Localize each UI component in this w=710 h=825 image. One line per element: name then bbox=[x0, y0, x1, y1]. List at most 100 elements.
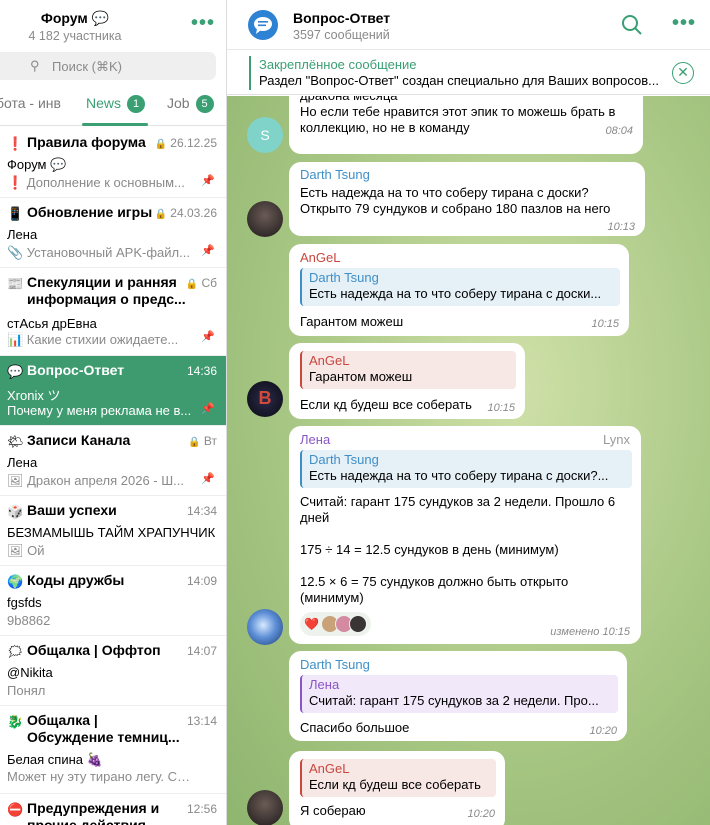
chat-item-rules[interactable]: ❗ Правила форума 🔒 26.12.25 Форум 💬 ❗ До… bbox=[0, 128, 226, 198]
chat-item-warnings[interactable]: ⛔ Предупреждения и прочие действия... 12… bbox=[0, 794, 226, 825]
pin-icon: 📌 bbox=[201, 331, 215, 343]
chat-sender: Белая спина 🍇 bbox=[7, 752, 103, 767]
message-bubble[interactable]: AnGeL Darth Tsung Есть надежда на то что… bbox=[289, 244, 629, 336]
message-line: Гарантом можеш bbox=[300, 314, 404, 329]
more-icon[interactable]: ••• bbox=[191, 12, 215, 35]
chat-sender: @Nikita bbox=[7, 665, 53, 680]
chat-name: Правила форума bbox=[27, 134, 146, 150]
quote-sender: Darth Tsung bbox=[309, 270, 379, 285]
pinned-accent bbox=[249, 56, 251, 90]
quote-text: Есть надежда на то что соберу тирана с д… bbox=[309, 468, 609, 483]
forum-header[interactable]: Форум 💬 4 182 участника ••• bbox=[0, 0, 226, 48]
reply-quote[interactable]: AnGeL Если кд будеш все соберать bbox=[300, 759, 496, 797]
avatar[interactable]: B bbox=[247, 381, 283, 417]
tab-bots[interactable]: бота - инв bbox=[0, 95, 61, 111]
pin-icon: 📌 bbox=[201, 245, 215, 257]
chat-name: Обновление игры bbox=[27, 204, 153, 220]
group-avatar bbox=[248, 10, 278, 40]
lock-icon: 🔒 bbox=[154, 139, 167, 150]
chat-item-speculation[interactable]: 📰 Спекуляции и ранняя информация о предс… bbox=[0, 268, 226, 356]
message-sender[interactable]: Лена bbox=[300, 432, 330, 448]
heart-icon: ❤️ bbox=[304, 617, 319, 631]
quote-text: Гарантом можеш bbox=[309, 369, 413, 384]
message-line: дракона месяца bbox=[300, 96, 398, 104]
message-bubble[interactable]: Darth Tsung Есть надежда на то что собер… bbox=[289, 162, 645, 236]
message-bubble[interactable]: дракона месяца Но если тебе нравится это… bbox=[289, 96, 643, 154]
message-time: изменено 10:15 bbox=[550, 626, 630, 638]
quote-text: Есть надежда на то что соберу тирана с д… bbox=[309, 286, 602, 301]
messages-area[interactable]: S дракона месяца Но если тебе нравится э… bbox=[227, 96, 710, 825]
message-time: 10:20 bbox=[589, 725, 617, 737]
avatar[interactable] bbox=[247, 790, 283, 825]
lock-icon: 🔒 bbox=[185, 279, 199, 290]
search-icon: ⚲ bbox=[30, 58, 40, 73]
message-time: 10:13 bbox=[607, 221, 635, 233]
chat-icon: 💬 bbox=[7, 364, 24, 379]
avatar[interactable]: S bbox=[247, 117, 283, 153]
search-placeholder: Поиск (⌘K) bbox=[52, 59, 122, 74]
search-input[interactable]: ⚲ Поиск (⌘K) bbox=[0, 52, 216, 80]
chat-item-qa[interactable]: 💬 Вопрос-Ответ 14:36 Xronix ツ Почему у м… bbox=[0, 356, 226, 426]
reply-quote[interactable]: Darth Tsung Есть надежда на то что собер… bbox=[300, 268, 620, 306]
chat-preview: 📊 Какие стихии ожидаете... bbox=[7, 332, 179, 347]
avatar[interactable] bbox=[247, 609, 283, 645]
tab-job[interactable]: Job 5 bbox=[167, 95, 214, 113]
chat-icon: 📰 bbox=[7, 276, 24, 291]
reply-quote[interactable]: AnGeL Гарантом можеш bbox=[300, 351, 516, 389]
chat-item-friend-codes[interactable]: 🌍 Коды дружбы 14:09 fgsfds 9b8862 bbox=[0, 566, 226, 636]
chat-item-offtopic[interactable]: 🗯 Общалка | Оффтоп 14:07 @Nikita Понял bbox=[0, 636, 226, 706]
message-sender[interactable]: Darth Tsung bbox=[300, 657, 370, 673]
chat-icon: 🌍 bbox=[7, 574, 24, 589]
lock-icon: 🔒 bbox=[154, 209, 167, 220]
reply-quote[interactable]: Darth Tsung Есть надежда на то что собер… bbox=[300, 450, 632, 488]
chat-icon: 🌤 bbox=[7, 434, 24, 449]
tab-news[interactable]: News 1 bbox=[86, 95, 146, 113]
message-sender[interactable]: Darth Tsung bbox=[300, 167, 370, 183]
chat-item-channel[interactable]: 🌤 Записи Канала 🔒 Вт Лена 🖼 Дракон апрел… bbox=[0, 426, 226, 496]
message-line: Открыто 79 сундуков и собрано 180 пазлов… bbox=[300, 201, 611, 216]
chat-name: Записи Канала bbox=[27, 432, 131, 448]
chat-icon: 🐉 bbox=[7, 714, 24, 729]
quote-sender: Darth Tsung bbox=[309, 452, 379, 467]
message-line: 175 ÷ 14 = 12.5 сундуков в день (минимум… bbox=[300, 542, 559, 557]
pinned-message-bar[interactable]: Закреплённое сообщение Раздел "Вопрос-От… bbox=[227, 51, 710, 95]
pin-icon: 📌 bbox=[201, 175, 215, 187]
chat-preview: 🖼 Дракон апреля 2026 - Ш... bbox=[7, 473, 184, 488]
conversation-header[interactable]: Вопрос-Ответ 3597 сообщений ••• bbox=[227, 0, 710, 50]
chat-icon: 🎲 bbox=[7, 504, 24, 519]
message-time: 10:15 bbox=[591, 318, 619, 330]
reply-quote[interactable]: Лена Считай: гарант 175 сундуков за 2 не… bbox=[300, 675, 618, 713]
reactor-avatar bbox=[348, 615, 367, 633]
pinned-title: Закреплённое сообщение bbox=[259, 57, 417, 72]
chat-icon: 🗯 bbox=[7, 644, 24, 659]
chat-sender: Лена bbox=[7, 227, 38, 242]
message-line: Если кд будеш все соберать bbox=[300, 397, 472, 412]
message-line: дней bbox=[300, 510, 330, 525]
message-line: (минимум) bbox=[300, 590, 364, 605]
chat-item-success[interactable]: 🎲 Ваши успехи 14:34 БЕЗМАМЫШЬ ТАЙМ ХРАПУ… bbox=[0, 496, 226, 566]
message-count: 3597 сообщений bbox=[293, 28, 390, 42]
chat-item-update[interactable]: 📱 Обновление игры 🔒 24.03.26 Лена 📎 Уста… bbox=[0, 198, 226, 268]
message-bubble[interactable]: Darth Tsung Лена Считай: гарант 175 сунд… bbox=[289, 651, 627, 741]
chat-icon: 📱 bbox=[7, 206, 24, 221]
chat-sender: Лена bbox=[7, 455, 38, 470]
chat-sender: Xronix ツ bbox=[7, 388, 61, 403]
chat-time: Вт bbox=[203, 434, 217, 448]
unread-badge: 5 bbox=[195, 95, 214, 113]
quote-sender: Лена bbox=[309, 677, 340, 692]
message-bubble[interactable]: Лена Lynx Darth Tsung Есть надежда на то… bbox=[289, 426, 641, 644]
chat-time: Сб bbox=[201, 276, 217, 290]
chat-name: Общалка | Обсуждение темниц... bbox=[27, 712, 180, 745]
message-bubble[interactable]: AnGeL Если кд будеш все соберать Я собер… bbox=[289, 751, 505, 825]
message-bubble[interactable]: AnGeL Гарантом можеш Если кд будеш все с… bbox=[289, 343, 525, 419]
message-sender[interactable]: AnGeL bbox=[300, 250, 340, 266]
chat-icon: ⛔ bbox=[7, 802, 24, 817]
chat-item-dungeon[interactable]: 🐉 Общалка | Обсуждение темниц... 13:14 Б… bbox=[0, 706, 226, 794]
avatar[interactable] bbox=[247, 201, 283, 237]
reaction-chip[interactable]: ❤️ bbox=[300, 612, 371, 636]
search-icon[interactable] bbox=[621, 14, 643, 41]
more-icon[interactable]: ••• bbox=[672, 12, 696, 35]
close-icon[interactable]: ✕ bbox=[672, 62, 694, 84]
chat-name: Спекуляции и ранняя информация о предс..… bbox=[27, 274, 186, 307]
conversation-pane: Вопрос-Ответ 3597 сообщений ••• Закреплё… bbox=[227, 0, 710, 825]
